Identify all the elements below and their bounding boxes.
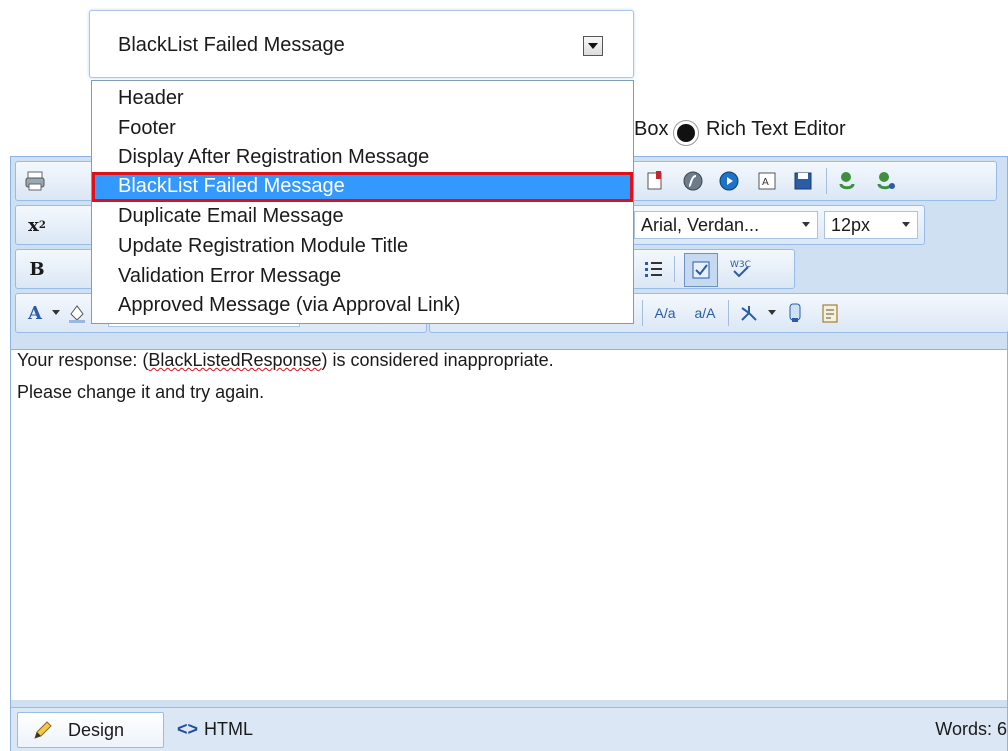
font-size-value: 12px [831, 215, 871, 235]
toolbar-row3-left: B [15, 249, 95, 289]
toolbar-row1-left [15, 161, 99, 201]
chevron-down-icon [902, 222, 910, 227]
superscript-icon[interactable]: x2 [24, 212, 50, 238]
print-icon[interactable] [22, 168, 48, 194]
paste-from-word-icon[interactable] [818, 300, 844, 326]
svg-text:A: A [762, 177, 769, 188]
toolbar-row1-right: A [629, 161, 997, 201]
option-approved-message[interactable]: Approved Message (via Approval Link) [92, 291, 633, 321]
design-mode-button[interactable]: Design [17, 712, 164, 748]
misspelled-word: BlackListedResponse [148, 350, 322, 370]
line1-suffix: ) is considered inappropriate. [321, 350, 554, 370]
bold-icon[interactable]: B [24, 256, 50, 282]
toolbar-row2-left: x2 [15, 205, 95, 245]
bullet-list-icon[interactable] [640, 256, 666, 282]
convert-lowercase-icon[interactable]: A/a [652, 300, 678, 326]
chevron-down-icon [802, 222, 810, 227]
word-count: Words: 6 [935, 719, 1007, 739]
option-duplicate-email[interactable]: Duplicate Email Message [92, 202, 633, 232]
w3c-validate-icon[interactable]: W3C [728, 256, 754, 282]
editor-content-area[interactable]: Your response: (BlackListedResponse) is … [11, 349, 1007, 700]
chevron-down-icon[interactable] [583, 36, 603, 56]
content-line-1: Your response: (BlackListedResponse) is … [17, 350, 554, 371]
option-validation-error[interactable]: Validation Error Message [92, 262, 633, 292]
radio-rich-text-editor[interactable] [673, 120, 699, 146]
toggle-border-icon[interactable] [782, 300, 808, 326]
toolbar-row2-right: Arial, Verdan... 12px [629, 205, 925, 245]
option-display-after-registration[interactable]: Display After Registration Message [92, 143, 633, 173]
select-dropdown-list: Header Footer Display After Registration… [91, 80, 634, 324]
font-color-icon[interactable]: A [22, 300, 48, 326]
html-mode-label: HTML [204, 719, 254, 739]
chevron-down-icon [768, 310, 776, 315]
highlight-color-icon[interactable] [64, 300, 90, 326]
template-select[interactable]: BlackList Failed Message [89, 10, 634, 78]
convert-uppercase-icon[interactable]: a/A [692, 300, 718, 326]
toolbar-row3-right: W3C [629, 249, 795, 289]
radio-label-rich-text[interactable]: Rich Text Editor [706, 118, 846, 141]
flash-icon[interactable] [680, 168, 706, 194]
media-play-icon[interactable] [716, 168, 742, 194]
option-footer[interactable]: Footer [92, 114, 633, 144]
node-tree-icon[interactable] [736, 300, 762, 326]
insert-symbol-doc-icon[interactable] [642, 168, 668, 194]
font-name-select[interactable]: Arial, Verdan... [634, 211, 818, 239]
unlink-icon[interactable] [874, 168, 900, 194]
editor-mode-bar: Design <> HTML Words: 6 [11, 707, 1007, 751]
chevron-down-icon [52, 310, 60, 315]
option-blacklist-failed[interactable]: BlackList Failed Message [92, 172, 633, 202]
document-icon[interactable]: A [754, 168, 780, 194]
option-header[interactable]: Header [92, 84, 633, 114]
line1-prefix: Your response: ( [17, 350, 149, 370]
html-mode-button[interactable]: <> HTML [177, 712, 253, 748]
font-name-value: Arial, Verdan... [641, 215, 760, 235]
content-line-2: Please change it and try again. [17, 382, 265, 402]
select-value: BlackList Failed Message [118, 34, 345, 56]
link-icon[interactable] [836, 168, 862, 194]
code-icon: <> [177, 719, 199, 739]
module-manager-icon[interactable] [684, 253, 718, 287]
save-icon[interactable] [790, 168, 816, 194]
option-update-title[interactable]: Update Registration Module Title [92, 232, 633, 262]
radio-label-textbox[interactable]: Box [634, 118, 668, 141]
pencil-icon [34, 721, 52, 739]
design-mode-label: Design [68, 720, 125, 740]
